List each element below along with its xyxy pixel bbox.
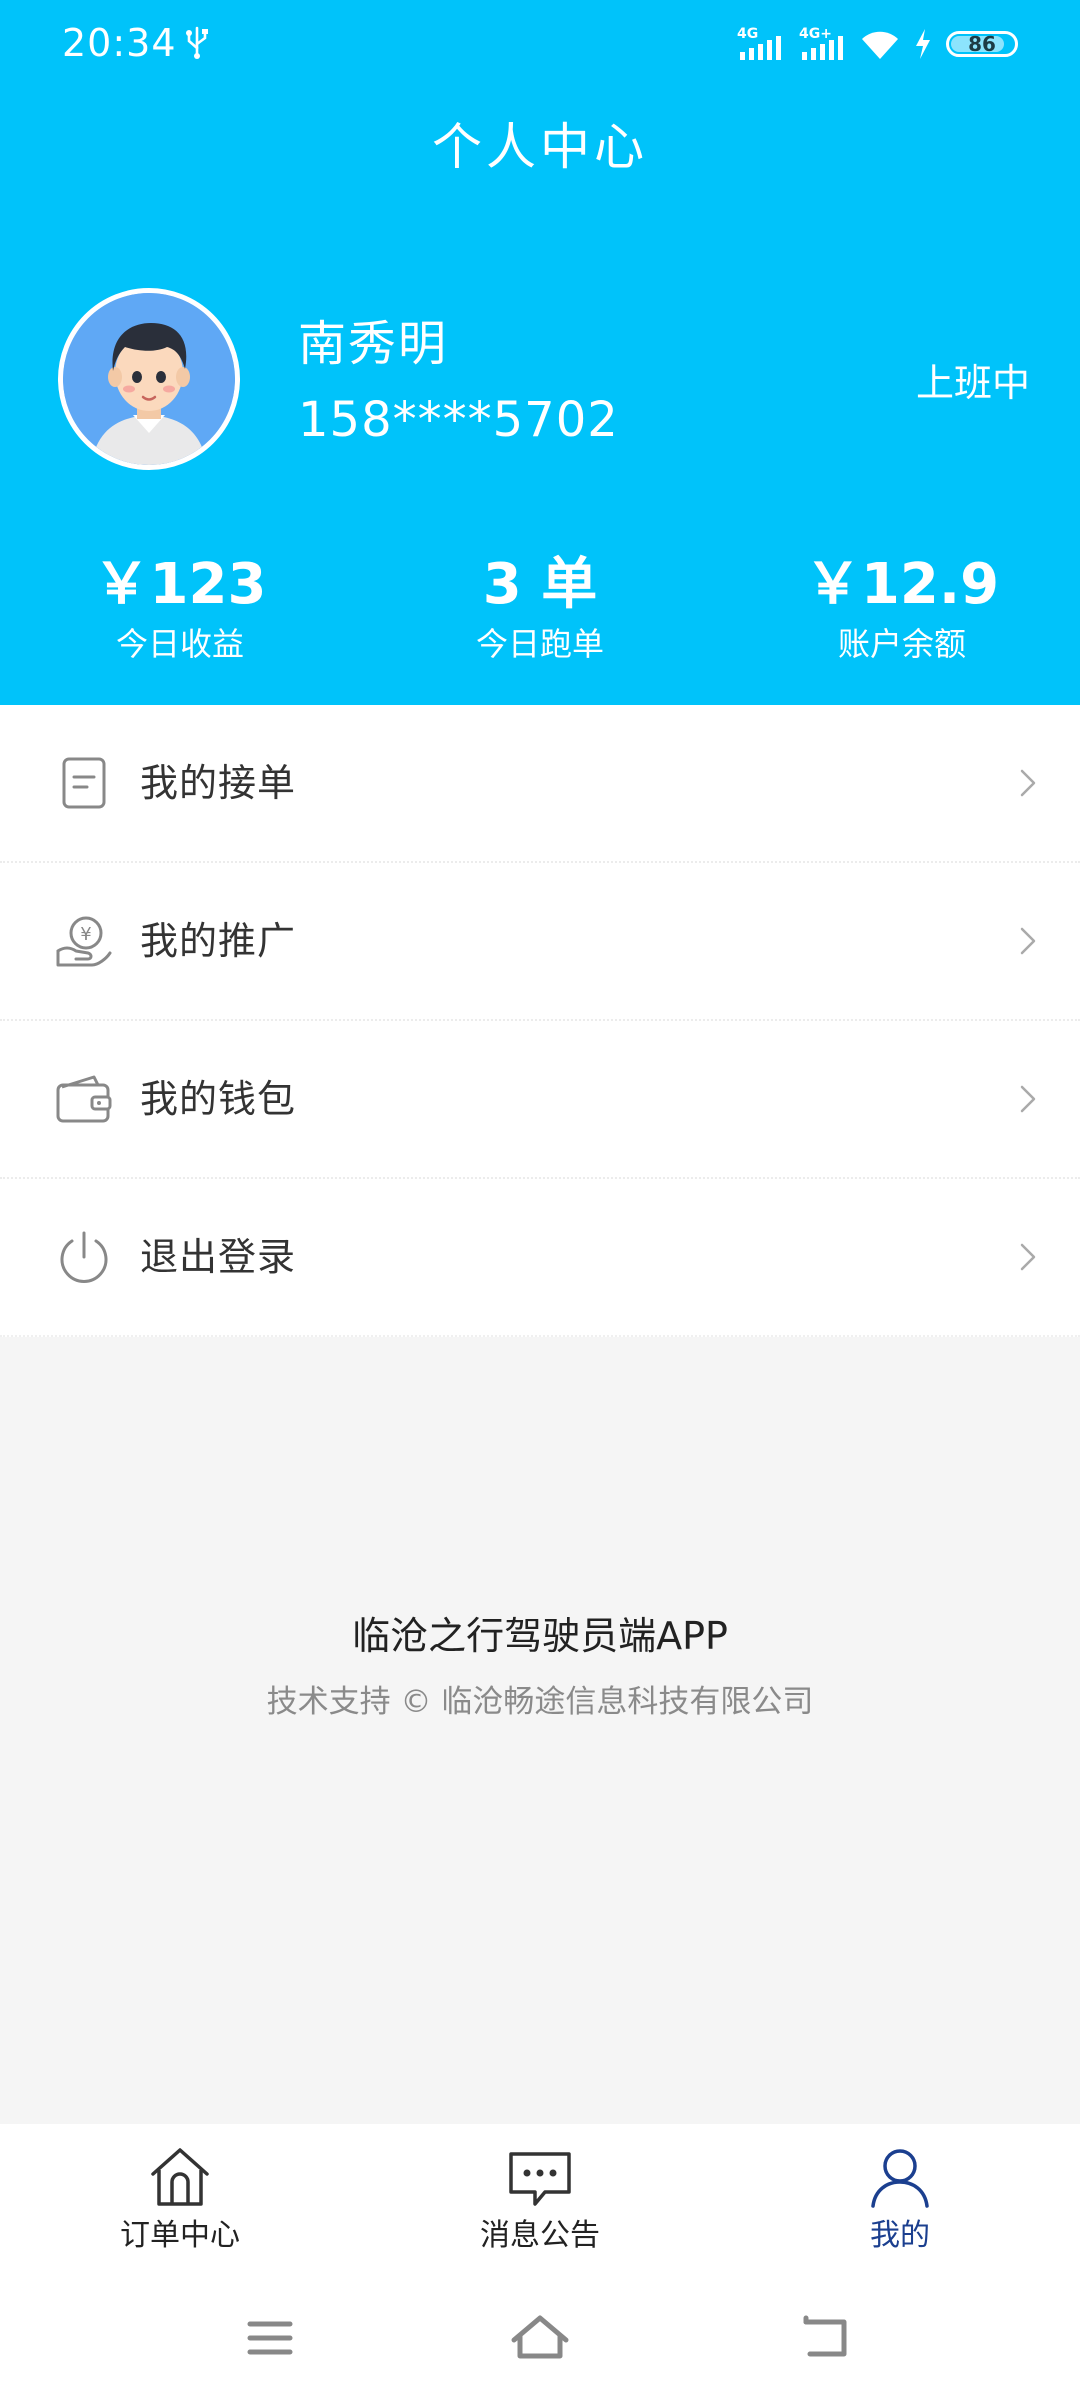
usb-icon xyxy=(186,26,208,59)
menu-item-my-orders[interactable]: 我的接单 xyxy=(0,705,1080,863)
status-indicators: 4G 4G+ 86 xyxy=(736,22,1018,66)
tab-label: 消息公告 xyxy=(480,2218,600,2253)
power-icon xyxy=(60,1231,108,1283)
chevron-right-icon xyxy=(1020,769,1036,797)
stat-value: ￥12.9 xyxy=(804,552,1000,617)
avatar[interactable] xyxy=(58,288,240,470)
stat-account-balance: ￥12.9 账户余额 xyxy=(752,550,1052,666)
menu-item-logout[interactable]: 退出登录 xyxy=(0,1179,1080,1337)
tab-label: 我的 xyxy=(870,2218,930,2253)
menu-item-label: 我的钱包 xyxy=(140,1077,297,1121)
back-icon[interactable] xyxy=(786,2298,866,2378)
menu-item-label: 我的接单 xyxy=(140,761,297,805)
svg-text:¥: ¥ xyxy=(80,924,91,945)
stat-today-orders: 3 单 今日跑单 xyxy=(390,550,690,666)
stat-today-earnings: ￥123 今日收益 xyxy=(30,550,330,666)
menu-list: 我的接单 ¥ 我的推广 我的钱包 退出登录 xyxy=(0,705,1080,1337)
user-phone: 158****5702 xyxy=(298,392,619,448)
profile-header: 20:34 4G 4G+ 86 个人中心 南秀明 158****5702 上班中… xyxy=(0,0,1080,705)
chevron-right-icon xyxy=(1020,1085,1036,1113)
stat-label: 今日跑单 xyxy=(475,625,604,663)
tab-mine[interactable]: 我的 xyxy=(720,2124,1080,2274)
avatar-illustration xyxy=(63,293,235,465)
signal-4g-plus-icon: 4G+ xyxy=(799,26,843,60)
svg-text:4G: 4G xyxy=(737,26,758,42)
message-icon xyxy=(509,2152,571,2206)
menu-item-label: 退出登录 xyxy=(140,1235,297,1279)
menu-icon[interactable] xyxy=(230,2298,310,2378)
stat-value: 3 单 xyxy=(482,552,598,617)
tab-label: 订单中心 xyxy=(120,2218,240,2253)
wallet-icon xyxy=(56,1075,112,1123)
tab-messages[interactable]: 消息公告 xyxy=(360,2124,720,2274)
signal-4g-icon: 4G xyxy=(737,26,781,60)
battery-icon: 86 xyxy=(946,31,1018,57)
app-name: 临沧之行驾驶员端APP xyxy=(352,1614,728,1658)
status-time: 20:34 xyxy=(62,21,177,65)
wifi-icon xyxy=(862,31,898,59)
yuan-hand-icon: ¥ xyxy=(56,916,112,967)
svg-text:4G+: 4G+ xyxy=(799,26,832,42)
person-icon xyxy=(871,2149,929,2208)
work-status-toggle[interactable]: 上班中 xyxy=(916,355,1030,411)
home-button-icon[interactable] xyxy=(500,2298,580,2378)
stat-label: 账户余额 xyxy=(837,625,966,663)
menu-item-my-wallet[interactable]: 我的钱包 xyxy=(0,1021,1080,1179)
home-icon xyxy=(151,2148,209,2206)
battery-level: 86 xyxy=(968,32,996,56)
menu-item-label: 我的推广 xyxy=(140,919,297,963)
stat-label: 今日收益 xyxy=(115,625,244,663)
stat-value: ￥123 xyxy=(93,552,267,617)
tech-support-text: 技术支持 © 临沧畅途信息科技有限公司 xyxy=(266,1684,814,1720)
document-icon xyxy=(62,757,106,809)
menu-item-my-promotion[interactable]: ¥ 我的推广 xyxy=(0,863,1080,1021)
chevron-right-icon xyxy=(1020,927,1036,955)
status-bar: 20:34 4G 4G+ 86 xyxy=(0,0,1080,90)
tab-order-center[interactable]: 订单中心 xyxy=(0,2124,360,2274)
user-name: 南秀明 xyxy=(298,316,449,372)
page-title: 个人中心 xyxy=(432,118,648,176)
chevron-right-icon xyxy=(1020,1243,1036,1271)
bottom-tab-bar: 订单中心 消息公告 我的 xyxy=(0,2124,1080,2274)
system-nav-bar xyxy=(0,2274,1080,2400)
charging-icon xyxy=(916,29,930,59)
